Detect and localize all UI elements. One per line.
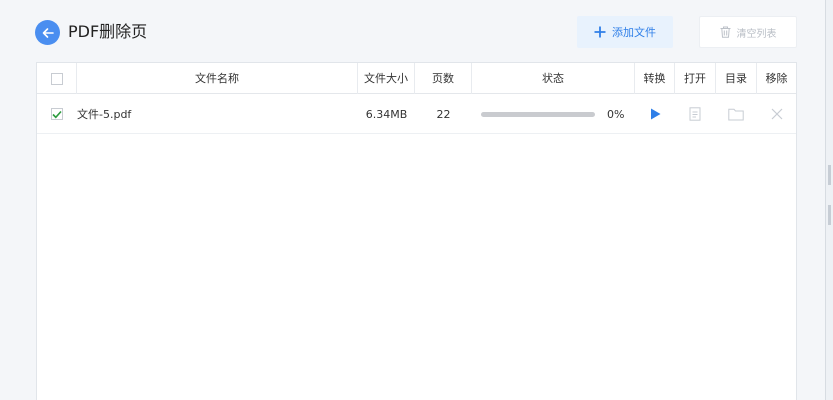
file-size: 6.34MB	[365, 107, 408, 121]
select-all-checkbox[interactable]	[50, 73, 63, 85]
folder-icon	[728, 108, 744, 120]
header-select-all-cell	[37, 63, 77, 94]
page-count-cell: 22	[415, 94, 472, 134]
column-header-folder: 目录	[716, 63, 757, 94]
column-header-convert: 转换	[635, 63, 675, 94]
back-button[interactable]	[35, 20, 60, 45]
window-right-edge	[825, 0, 833, 400]
progress-percent: 0%	[607, 107, 625, 121]
column-header-pages: 页数	[415, 63, 472, 94]
convert-cell	[645, 94, 665, 134]
file-name-cell: 文件-5.pdf	[77, 94, 358, 134]
progress-bar	[481, 111, 595, 117]
column-header-size: 文件大小	[358, 63, 415, 94]
table-header: 文件名称 文件大小 页数 状态 转换 打开 目录 移除	[37, 63, 796, 94]
play-icon	[650, 108, 660, 120]
column-header-open: 打开	[675, 63, 716, 94]
column-header-name: 文件名称	[77, 63, 358, 94]
remove-button[interactable]	[767, 104, 787, 124]
open-cell	[685, 94, 705, 134]
close-icon	[771, 108, 783, 120]
edge-marker	[828, 165, 831, 185]
file-name: 文件-5.pdf	[77, 108, 132, 121]
convert-button[interactable]	[645, 104, 665, 124]
folder-cell	[726, 94, 746, 134]
add-file-label: 添加文件	[612, 26, 656, 39]
app-header: PDF删除页 添加文件 清空列表	[0, 0, 833, 62]
plus-icon	[594, 26, 606, 38]
clear-list-label: 清空列表	[736, 28, 777, 40]
status-cell: 0%	[481, 94, 631, 134]
column-header-status: 状态	[472, 63, 635, 94]
remove-cell	[767, 94, 787, 134]
row-select-cell	[51, 94, 65, 134]
clear-list-button[interactable]: 清空列表	[699, 16, 797, 48]
arrow-left-icon	[42, 27, 54, 38]
file-table: 文件名称 文件大小 页数 状态 转换 打开 目录 移除 文件-5.pdf 6.3…	[36, 62, 797, 400]
document-icon	[689, 107, 701, 121]
open-folder-button[interactable]	[726, 104, 746, 124]
trash-icon	[720, 26, 730, 38]
add-file-button[interactable]: 添加文件	[577, 16, 673, 48]
page-title: PDF删除页	[68, 22, 148, 41]
table-row: 文件-5.pdf 6.34MB 22 0%	[37, 94, 796, 134]
open-file-button[interactable]	[685, 104, 705, 124]
file-size-cell: 6.34MB	[358, 94, 415, 134]
check-icon	[52, 110, 62, 118]
page-count: 22	[436, 107, 451, 121]
column-header-remove: 移除	[765, 72, 788, 85]
edge-marker	[828, 205, 831, 225]
row-checkbox[interactable]	[51, 108, 63, 120]
